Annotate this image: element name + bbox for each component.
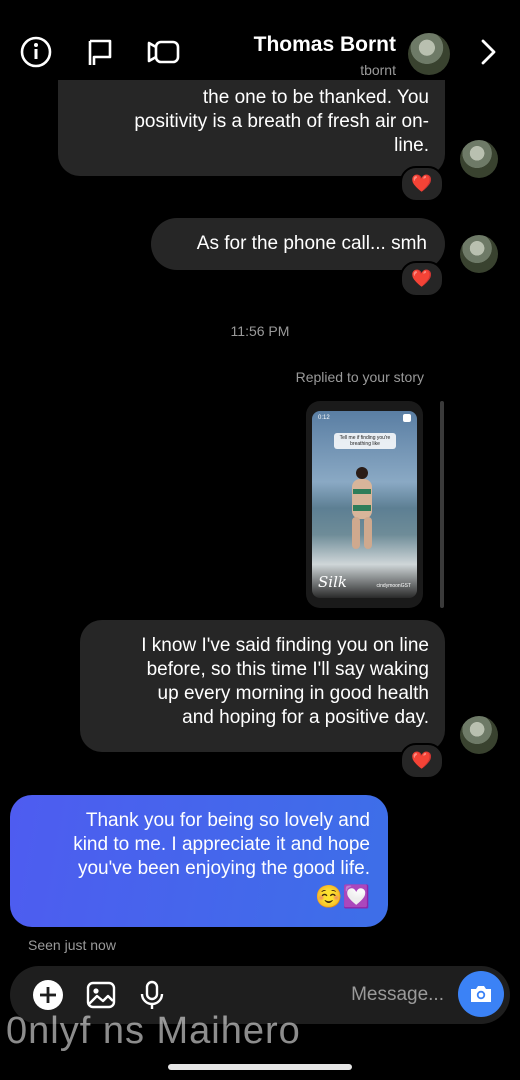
message-line: Thank you for being so lovely and [85,810,370,831]
story-caption: Tell me if finding you're breathing like [334,433,396,449]
info-icon[interactable] [18,34,54,70]
chevron-right-icon[interactable] [470,34,506,70]
swimsuit [353,505,371,511]
sender-avatar[interactable] [460,140,498,178]
story-reply-indicator [440,401,444,608]
story-time: 0:12 [318,415,330,421]
story-preview[interactable]: 0:12 Tell me if finding you're breathing… [306,401,423,608]
story-reply-label: Replied to your story [295,369,424,385]
message-line: positivity is a breath of fresh air on- [134,111,429,132]
camera-icon [471,986,491,1002]
microphone-icon[interactable] [132,975,172,1015]
incoming-message-bubble[interactable]: As for the phone call... smh [151,218,445,270]
incoming-message-bubble[interactable]: I know I've said finding you on line bef… [80,620,445,752]
sender-avatar[interactable] [460,235,498,273]
camera-icon [403,414,411,422]
message-input[interactable]: Message... [351,984,444,1006]
person-figure [352,479,372,519]
message-emojis: ☺️💟 [315,884,370,909]
gallery-icon[interactable] [81,975,121,1015]
message-line: before, so this time I'll say waking [146,659,429,680]
message-timestamp: 11:56 PM [230,323,290,339]
watermark-text: 0nlyf ns Maihero [6,1010,301,1052]
heart-icon: ❤️ [411,751,433,770]
heart-icon: ❤️ [411,174,433,193]
flag-icon[interactable] [82,34,118,70]
incoming-message-bubble[interactable]: the one to be thanked. You positivity is… [58,80,445,176]
message-line: the one to be thanked. You [202,87,429,108]
add-icon[interactable] [28,975,68,1015]
outgoing-message-bubble[interactable]: Thank you for being so lovely and kind t… [10,795,388,927]
sender-avatar[interactable] [460,716,498,754]
message-line: kind to me. I appreciate it and hope [73,834,370,855]
person-figure [356,467,368,479]
heart-reaction[interactable]: ❤️ [400,166,444,202]
message-line: line. [394,135,429,156]
heart-reaction[interactable]: ❤️ [400,743,444,779]
home-indicator[interactable] [168,1064,352,1070]
seen-status: Seen just now [28,937,116,953]
story-brand-text: Silk [318,573,347,591]
heart-icon: ❤️ [411,269,433,288]
contact-name[interactable]: Thomas Bornt [254,33,396,57]
story-image: 0:12 Tell me if finding you're breathing… [312,411,417,598]
heart-reaction[interactable]: ❤️ [400,261,444,297]
message-text: As for the phone call... smh [196,233,427,254]
message-line: I know I've said finding you on line [141,635,429,656]
swimsuit [353,489,371,494]
story-handle: cindymoonGST [376,583,411,589]
person-figure [352,517,360,549]
message-line: you've been enjoying the good life. [77,858,370,879]
message-line: up every morning in good health [157,683,429,704]
video-icon[interactable] [146,34,182,70]
contact-username: tbornt [360,62,396,78]
contact-avatar[interactable] [408,33,450,75]
camera-button[interactable] [458,971,504,1017]
message-line: and hoping for a positive day. [182,707,429,728]
person-figure [364,517,372,549]
